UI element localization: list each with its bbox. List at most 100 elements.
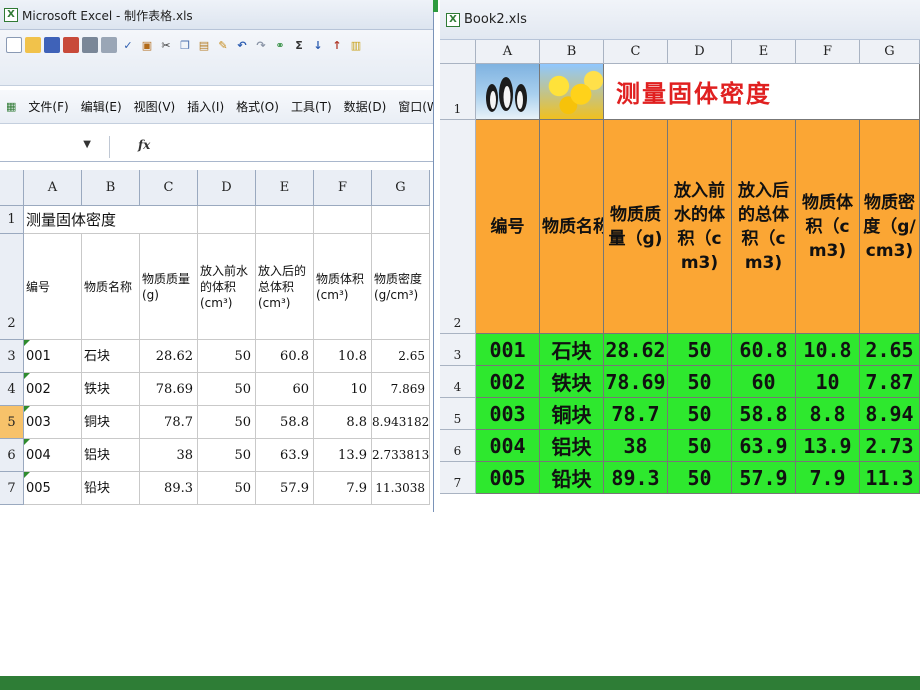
data-cell[interactable]: 铝块 — [540, 430, 604, 462]
column-header[interactable]: A — [476, 40, 540, 64]
column-heading-cell[interactable]: 物质质量（g) — [604, 120, 668, 334]
autosum-icon[interactable]: Σ — [291, 37, 307, 53]
row-header[interactable]: 6 — [0, 439, 24, 472]
data-cell[interactable]: 8.943182 — [372, 406, 430, 439]
new-file-icon[interactable] — [6, 37, 22, 53]
column-header[interactable]: F — [314, 170, 372, 206]
redo-icon[interactable]: ↷ — [253, 37, 269, 53]
data-cell[interactable]: 50 — [198, 472, 256, 505]
data-cell[interactable]: 50 — [198, 373, 256, 406]
data-cell[interactable]: 003 — [24, 406, 82, 439]
data-cell[interactable]: 7.9 — [796, 462, 860, 494]
column-heading-cell[interactable]: 物质体积（cm3) — [796, 120, 860, 334]
data-cell[interactable]: 005 — [24, 472, 82, 505]
column-header[interactable]: C — [604, 40, 668, 64]
sort-ascending-icon[interactable]: ↓ — [310, 37, 326, 53]
column-heading-cell[interactable]: 物质密度（g/cm3) — [860, 120, 920, 334]
menu-item[interactable]: 编辑(E) — [81, 98, 122, 115]
data-cell[interactable]: 13.9 — [314, 439, 372, 472]
data-cell[interactable]: 50 — [198, 406, 256, 439]
row-header[interactable]: 4 — [0, 373, 24, 406]
data-cell[interactable]: 57.9 — [256, 472, 314, 505]
menu-item[interactable]: 数据(D) — [344, 98, 387, 115]
open-folder-icon[interactable] — [25, 37, 41, 53]
row-header[interactable]: 3 — [0, 340, 24, 373]
data-cell[interactable]: 2.65 — [860, 334, 920, 366]
data-cell[interactable]: 58.8 — [732, 398, 796, 430]
data-cell[interactable]: 铁块 — [540, 366, 604, 398]
column-header[interactable]: F — [796, 40, 860, 64]
data-cell[interactable]: 11.3 — [860, 462, 920, 494]
empty-cell[interactable] — [372, 206, 430, 234]
insert-function-icon[interactable]: fx — [138, 138, 150, 152]
data-cell[interactable]: 10.8 — [314, 340, 372, 373]
column-header[interactable]: E — [256, 170, 314, 206]
data-cell[interactable]: 63.9 — [732, 430, 796, 462]
menu-item[interactable]: 视图(V) — [134, 98, 176, 115]
data-cell[interactable]: 11.3038 — [372, 472, 430, 505]
data-cell[interactable]: 7.87 — [860, 366, 920, 398]
data-cell[interactable]: 004 — [24, 439, 82, 472]
data-cell[interactable]: 89.3 — [604, 462, 668, 494]
column-heading-cell[interactable]: 物质密度(g/cm³) — [372, 234, 430, 340]
column-header[interactable]: G — [860, 40, 920, 64]
column-header[interactable]: A — [24, 170, 82, 206]
data-cell[interactable]: 60 — [732, 366, 796, 398]
row-header[interactable]: 1 — [440, 64, 476, 120]
column-heading-cell[interactable]: 物质体积(cm³) — [314, 234, 372, 340]
print-preview-icon[interactable] — [101, 37, 117, 53]
data-cell[interactable]: 38 — [604, 430, 668, 462]
data-cell[interactable]: 8.94 — [860, 398, 920, 430]
data-cell[interactable]: 13.9 — [796, 430, 860, 462]
data-cell[interactable]: 89.3 — [140, 472, 198, 505]
research-icon[interactable]: ▣ — [139, 37, 155, 53]
data-cell[interactable]: 铜块 — [540, 398, 604, 430]
data-cell[interactable]: 7.869 — [372, 373, 430, 406]
cut-icon[interactable]: ✂ — [158, 37, 174, 53]
column-header[interactable]: B — [82, 170, 140, 206]
menu-item[interactable]: 文件(F) — [28, 98, 68, 115]
empty-cell[interactable] — [198, 206, 256, 234]
sheet-title-cell[interactable]: 测量固体密度 — [604, 64, 920, 120]
data-cell[interactable]: 铜块 — [82, 406, 140, 439]
data-cell[interactable]: 78.7 — [140, 406, 198, 439]
sort-descending-icon[interactable]: ↑ — [329, 37, 345, 53]
row-header[interactable]: 2 — [0, 234, 24, 340]
column-heading-cell[interactable]: 物质质量(g) — [140, 234, 198, 340]
column-heading-cell[interactable]: 物质名称 — [82, 234, 140, 340]
data-cell[interactable]: 63.9 — [256, 439, 314, 472]
data-cell[interactable]: 78.7 — [604, 398, 668, 430]
select-all-corner[interactable] — [0, 170, 24, 206]
data-cell[interactable]: 50 — [668, 366, 732, 398]
data-cell[interactable]: 10 — [796, 366, 860, 398]
data-cell[interactable]: 002 — [24, 373, 82, 406]
undo-icon[interactable]: ↶ — [234, 37, 250, 53]
row-header[interactable]: 7 — [440, 462, 476, 494]
menu-item[interactable]: 窗口(W) — [398, 98, 433, 115]
save-icon[interactable] — [44, 37, 60, 53]
data-cell[interactable]: 004 — [476, 430, 540, 462]
data-cell[interactable]: 58.8 — [256, 406, 314, 439]
data-cell[interactable]: 8.8 — [314, 406, 372, 439]
data-cell[interactable]: 001 — [24, 340, 82, 373]
paste-icon[interactable]: ▤ — [196, 37, 212, 53]
data-cell[interactable]: 8.8 — [796, 398, 860, 430]
data-cell[interactable]: 石块 — [540, 334, 604, 366]
data-cell[interactable]: 003 — [476, 398, 540, 430]
column-heading-cell[interactable]: 放入后的总体积（cm3) — [732, 120, 796, 334]
data-cell[interactable]: 铝块 — [82, 439, 140, 472]
data-cell[interactable]: 001 — [476, 334, 540, 366]
data-cell[interactable]: 7.9 — [314, 472, 372, 505]
data-cell[interactable]: 002 — [476, 366, 540, 398]
row-header[interactable]: 6 — [440, 430, 476, 462]
row-header[interactable]: 4 — [440, 366, 476, 398]
spelling-icon[interactable]: ✓ — [120, 37, 136, 53]
data-cell[interactable]: 78.69 — [140, 373, 198, 406]
data-cell[interactable]: 60 — [256, 373, 314, 406]
hyperlink-icon[interactable]: ⚭ — [272, 37, 288, 53]
format-painter-icon[interactable]: ✎ — [215, 37, 231, 53]
menu-item[interactable]: 插入(I) — [187, 98, 224, 115]
data-cell[interactable]: 50 — [668, 398, 732, 430]
row-header[interactable]: 2 — [440, 120, 476, 334]
column-heading-cell[interactable]: 放入前水的体积（cm3) — [668, 120, 732, 334]
